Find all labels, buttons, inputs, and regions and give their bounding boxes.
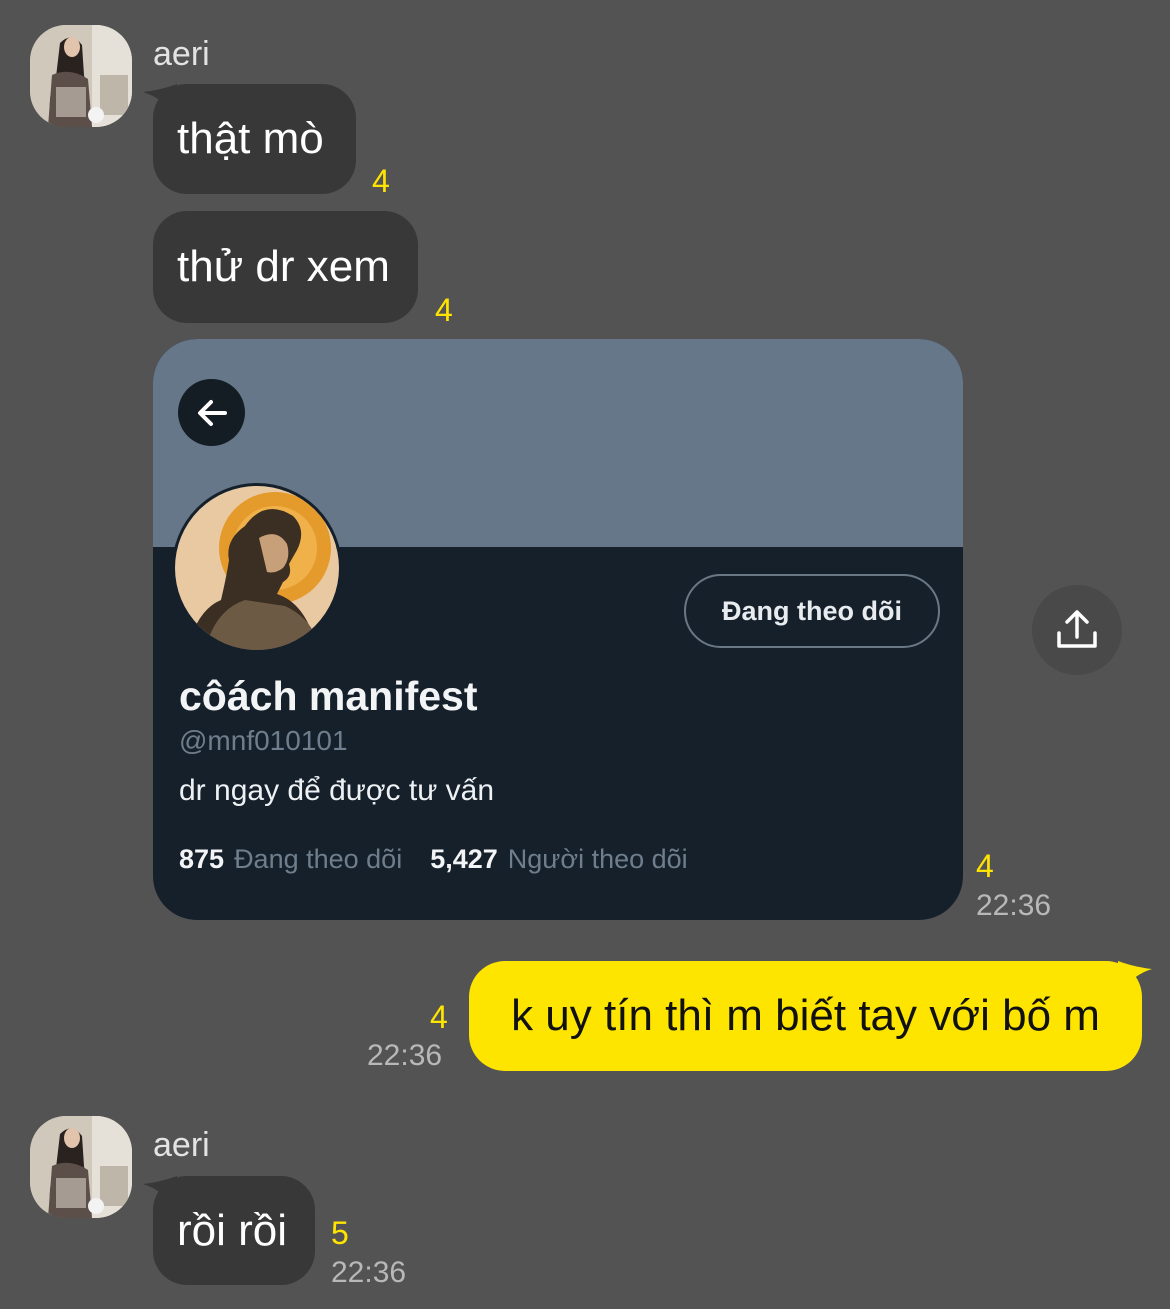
message-text: thử dr xem <box>177 242 390 291</box>
followers-count[interactable]: 5,427 <box>430 844 498 875</box>
message-bubble[interactable]: thử dr xem <box>153 211 418 323</box>
unread-count: 4 <box>430 999 448 1035</box>
shared-profile-card[interactable]: Đang theo dõi côách manifest @mnf010101 … <box>153 339 963 920</box>
share-button[interactable] <box>1032 585 1122 675</box>
outgoing-message-bubble[interactable]: k uy tín thì m biết tay với bố m <box>469 961 1152 1071</box>
message-text: rồi rồi <box>177 1205 288 1255</box>
back-button[interactable] <box>178 379 245 446</box>
message-text: thật mò <box>177 114 324 163</box>
unread-count: 4 <box>435 292 453 328</box>
profile-avatar[interactable] <box>172 483 342 653</box>
following-label[interactable]: Đang theo dõi <box>234 844 402 875</box>
sender-avatar[interactable] <box>30 1116 132 1218</box>
profile-handle: @mnf010101 <box>179 725 348 756</box>
unread-count: 4 <box>372 163 390 199</box>
profile-avatar-art <box>175 486 339 650</box>
bubble-tail <box>143 84 177 118</box>
followers-label[interactable]: Người theo dõi <box>508 844 688 875</box>
profile-stats: 875 Đang theo dõi 5,427 Người theo dõi <box>179 844 688 875</box>
following-count[interactable]: 875 <box>179 844 224 875</box>
sender-avatar[interactable] <box>30 25 132 127</box>
message-time: 22:36 <box>331 1256 407 1289</box>
sender-name: aeri <box>153 1126 210 1164</box>
share-upload-icon <box>1057 610 1097 648</box>
profile-bio: dr ngay để được tư vấn <box>179 774 494 807</box>
unread-count: 4 <box>976 848 994 884</box>
sender-name: aeri <box>153 35 210 73</box>
message-time: 22:36 <box>367 1039 443 1072</box>
unread-count: 5 <box>331 1215 349 1251</box>
profile-name: côách manifest <box>179 673 478 719</box>
message-bubble[interactable]: rồi rồi <box>143 1176 315 1285</box>
message-bubble[interactable]: thật mò <box>143 84 356 194</box>
message-text: k uy tín thì m biết tay với bố m <box>511 991 1100 1040</box>
arrow-left-icon <box>197 399 227 426</box>
following-button[interactable]: Đang theo dõi <box>684 574 940 648</box>
bubble-tail <box>1118 961 1152 995</box>
bubble-tail <box>143 1176 177 1210</box>
message-time: 22:36 <box>976 889 1052 922</box>
avatar-photo <box>30 25 132 127</box>
avatar-photo <box>30 1116 132 1218</box>
